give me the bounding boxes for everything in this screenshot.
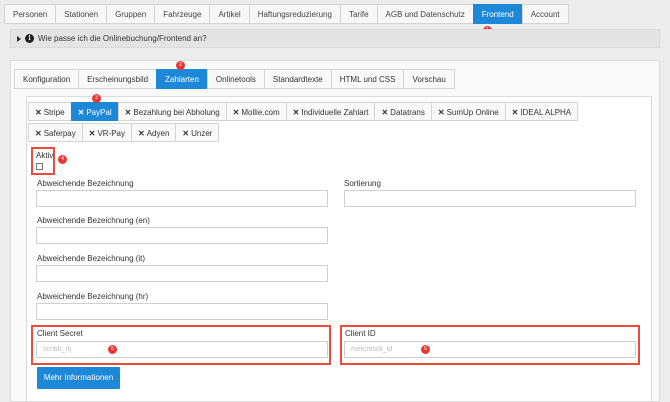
pay-tab-saferpay[interactable]: ✕ Saferpay (28, 123, 82, 142)
close-icon[interactable]: ✕ (138, 129, 145, 138)
pay-tab-abholung[interactable]: ✕ Bezahlung bei Abholung (117, 102, 226, 121)
sortierung-label: Sortierung (344, 179, 381, 188)
tab-frontend[interactable]: Frontend (472, 4, 522, 24)
bez-label: Abweichende Bezeichnung (37, 179, 134, 188)
close-icon[interactable]: ✕ (512, 108, 519, 117)
close-icon[interactable]: ✕ (233, 108, 240, 117)
tab-artikel[interactable]: Artikel (209, 4, 249, 24)
close-icon[interactable]: ✕ (35, 129, 42, 138)
tab-stationen[interactable]: Stationen (55, 4, 107, 24)
payment-tabs-row1: ✕ Stripe ✕ PayPal ✕ Bezahlung bei Abholung … (28, 102, 579, 121)
info-icon: i (25, 34, 34, 43)
client-id-label: Client ID (345, 329, 376, 338)
tab-personen[interactable]: Personen (4, 4, 56, 24)
pay-tab-sumup[interactable]: ✕ SumUp Online (430, 102, 505, 121)
help-bar[interactable]: i Wie passe ich die Onlinebuchung/Fronte… (10, 29, 660, 48)
pay-tab-adyen[interactable]: ✕ Adyen (131, 123, 176, 142)
tab-erscheinungsbild[interactable]: Erscheinungsbild (78, 69, 157, 89)
close-icon[interactable]: ✕ (182, 129, 189, 138)
client-id-input[interactable]: mercmsck_id (344, 341, 636, 358)
pay-tab-datatrans[interactable]: ✕ Datatrans (374, 102, 431, 121)
sortierung-input[interactable] (344, 190, 636, 207)
aktiv-label: Aktiv (36, 151, 54, 160)
help-text: Wie passe ich die Onlinebuchung/Frontend… (38, 34, 207, 43)
tab-fahrzeuge[interactable]: Fahrzeuge (154, 4, 210, 24)
bez-it-input[interactable] (36, 265, 328, 282)
close-icon[interactable]: ✕ (438, 108, 445, 117)
pay-tab-ideal[interactable]: ✕ IDEAL ALPHA (504, 102, 579, 121)
pay-tab-paypal[interactable]: ✕ PayPal (70, 102, 118, 121)
bez-hr-input[interactable] (36, 303, 328, 320)
tab-account[interactable]: Account (521, 4, 569, 24)
close-icon[interactable]: ✕ (293, 108, 300, 117)
close-icon[interactable]: ✕ (381, 108, 388, 117)
tab-html-css[interactable]: HTML und CSS (330, 69, 404, 89)
tab-tarife[interactable]: Tarife (339, 4, 377, 24)
close-icon[interactable]: ✕ (125, 108, 132, 117)
bez-en-input[interactable] (36, 227, 328, 244)
client-secret-label: Client Secret (37, 329, 83, 338)
bez-it-label: Abweichende Bezeichnung (it) (37, 254, 146, 263)
tab-onlinetools[interactable]: Onlinetools (206, 69, 264, 89)
step-badge-4: 4 (58, 155, 67, 164)
client-secret-input[interactable]: scribb_rlj (36, 341, 328, 358)
pay-tab-stripe[interactable]: ✕ Stripe (28, 102, 71, 121)
payment-tabs-row2: ✕ Saferpay ✕ VR-Pay ✕ Adyen ✕ Unzer (28, 123, 220, 142)
step-badge-5: 5 (108, 345, 117, 354)
tab-konfiguration[interactable]: Konfiguration (14, 69, 79, 89)
pay-tab-mollie[interactable]: ✕ Mollie.com (225, 102, 286, 121)
pay-tab-unzer[interactable]: ✕ Unzer (175, 123, 220, 142)
close-icon[interactable]: ✕ (78, 108, 85, 117)
tab-gruppen[interactable]: Gruppen (106, 4, 155, 24)
pay-tab-individuell[interactable]: ✕ Individuelle Zahlart (285, 102, 375, 121)
bez-hr-label: Abweichende Bezeichnung (hr) (37, 292, 149, 301)
bez-input[interactable] (36, 190, 328, 207)
aktiv-checkbox[interactable] (36, 163, 43, 170)
step-badge-6: 6 (421, 345, 430, 354)
more-info-button[interactable]: Mehr Informationen (37, 367, 120, 389)
expand-arrow-icon (17, 35, 21, 42)
tab-zahlarten[interactable]: Zahlarten (156, 69, 207, 89)
tab-haftungsreduzierung[interactable]: Haftungsreduzierung (248, 4, 340, 24)
frontend-subtabs: Konfiguration Erscheinungsbild Zahlarten… (14, 69, 455, 89)
close-icon[interactable]: ✕ (89, 129, 96, 138)
tab-vorschau[interactable]: Vorschau (403, 69, 455, 89)
tab-agb-datenschutz[interactable]: AGB und Datenschutz (376, 4, 473, 24)
bez-en-label: Abweichende Bezeichnung (en) (37, 216, 150, 225)
step-badge-2: 2 (176, 61, 185, 70)
close-icon[interactable]: ✕ (35, 108, 42, 117)
step-badge-3: 3 (92, 94, 101, 103)
main-tabs: Personen Stationen Gruppen Fahrzeuge Art… (4, 4, 569, 24)
pay-tab-vrpay[interactable]: ✕ VR-Pay (81, 123, 131, 142)
tab-standardtexte[interactable]: Standardtexte (263, 69, 331, 89)
